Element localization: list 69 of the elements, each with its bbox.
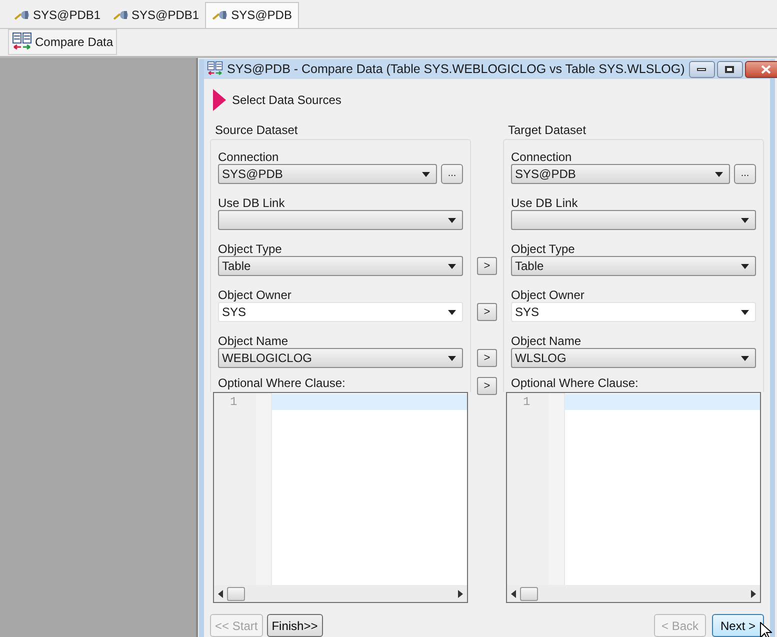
dropdown[interactable]: SYS [218, 302, 463, 322]
dropdown[interactable]: SYS [511, 302, 756, 322]
dropdown[interactable]: SYS@PDB [218, 164, 437, 184]
field-label: Use DB Link [511, 195, 579, 210]
window-title: SYS@PDB - Compare Data (Table SYS.WEBLOGICLOG vs Table SYS.WLSLOG) [227, 60, 685, 78]
horizontal-scrollbar[interactable] [507, 585, 760, 602]
editor-tab[interactable]: SYS@PDB [205, 2, 299, 28]
field-label: Use DB Link [218, 195, 286, 210]
field-label: Object Name [218, 333, 290, 348]
field-label: Object Name [511, 333, 582, 348]
dropdown-caret-icon [448, 310, 456, 314]
field-label: Optional Where Clause: [511, 376, 640, 392]
field-label: Connection [511, 149, 573, 164]
editor-tab[interactable]: SYS@PDB1 [8, 2, 107, 28]
wizard-button[interactable]: Next > [712, 614, 764, 637]
group-title: Target Dataset [507, 122, 588, 139]
dropdown[interactable]: WLSLOG [511, 348, 756, 368]
dropdown-caret-icon [715, 172, 723, 176]
connection-icon [212, 9, 228, 21]
scroll-right-icon [458, 590, 463, 598]
dropdown-caret-icon [741, 218, 749, 222]
dropdown[interactable] [511, 210, 756, 230]
dropdown-caret-icon [741, 264, 749, 268]
field-label: Optional Where Clause: [218, 376, 346, 392]
minimize-button[interactable] [688, 60, 715, 78]
field-label: Object Type [218, 241, 283, 256]
compare-data-button[interactable]: Compare Data [8, 29, 118, 56]
dropdown-caret-icon [448, 218, 456, 222]
compare-data-icon [12, 32, 32, 52]
dropdown-caret-icon [448, 356, 456, 360]
dropdown[interactable]: Table [218, 256, 463, 276]
field-label: Object Owner [218, 287, 292, 302]
close-button[interactable] [744, 60, 777, 78]
wizard-button[interactable]: Finish>> [266, 614, 323, 637]
dropdown[interactable]: SYS@PDB [511, 164, 730, 184]
close-icon [760, 64, 771, 74]
copy-button[interactable]: > [477, 303, 497, 321]
line-number: 1 [522, 394, 532, 411]
dialog-icon [207, 61, 223, 77]
dropdown-caret-icon [741, 310, 749, 314]
scroll-thumb[interactable] [227, 586, 245, 600]
copy-button[interactable]: > [477, 349, 497, 367]
browse-button[interactable]: ... [734, 164, 756, 184]
dropdown-caret-icon [422, 172, 430, 176]
maximize-button[interactable] [716, 60, 743, 78]
horizontal-scrollbar[interactable] [214, 585, 467, 602]
dropdown-caret-icon [448, 264, 456, 268]
step-marker-icon [213, 89, 226, 111]
dropdown[interactable]: WEBLOGICLOG [218, 348, 463, 368]
step-title: Select Data Sources [232, 92, 342, 109]
dropdown[interactable]: Table [511, 256, 756, 276]
connection-icon [14, 8, 30, 20]
group-title: Source Dataset [214, 122, 299, 139]
scroll-thumb[interactable] [520, 586, 538, 600]
browse-button[interactable]: ... [441, 164, 463, 184]
dropdown-caret-icon [741, 356, 749, 360]
copy-button[interactable]: > [477, 377, 497, 395]
dropdown[interactable] [218, 210, 463, 230]
editor-tab[interactable]: SYS@PDB1 [106, 2, 206, 28]
copy-button[interactable]: > [477, 257, 497, 275]
field-label: Object Owner [511, 287, 586, 302]
scroll-left-icon [218, 590, 223, 598]
connection-icon [112, 8, 129, 20]
scroll-left-icon [511, 590, 516, 598]
field-label: Object Type [511, 241, 576, 256]
line-number: 1 [229, 394, 238, 411]
mouse-cursor-icon [760, 622, 772, 637]
field-label: Connection [218, 149, 280, 164]
scroll-right-icon [751, 590, 756, 598]
